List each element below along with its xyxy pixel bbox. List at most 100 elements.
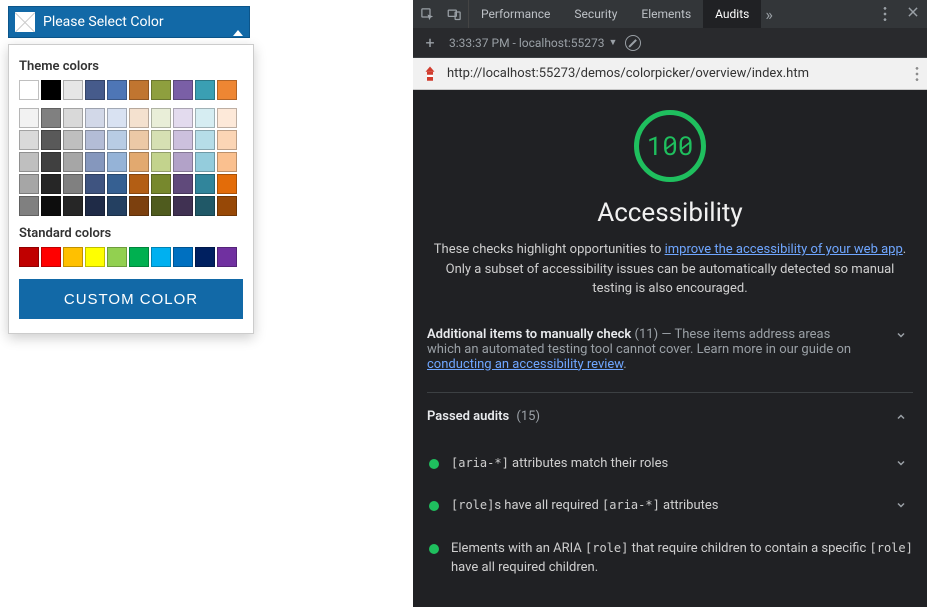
theme-swatch[interactable] xyxy=(41,174,61,194)
theme-swatch[interactable] xyxy=(195,152,215,172)
standard-swatch[interactable] xyxy=(41,247,61,267)
theme-swatch[interactable] xyxy=(63,80,83,100)
passed-audit-item[interactable]: [aria-*] attributes match their roles xyxy=(427,445,913,488)
theme-swatch[interactable] xyxy=(129,130,149,150)
theme-swatch[interactable] xyxy=(173,130,193,150)
standard-swatch[interactable] xyxy=(19,247,39,267)
theme-swatch[interactable] xyxy=(173,174,193,194)
theme-swatch[interactable] xyxy=(63,130,83,150)
theme-swatch[interactable] xyxy=(85,108,105,128)
audit-item-text: [aria-*] attributes match their roles xyxy=(451,455,883,474)
theme-swatch[interactable] xyxy=(63,108,83,128)
theme-swatch[interactable] xyxy=(63,196,83,216)
inspect-element-icon[interactable] xyxy=(413,0,441,28)
color-select-combo[interactable]: Please Select Color xyxy=(8,6,250,38)
theme-swatch[interactable] xyxy=(217,130,237,150)
theme-swatch[interactable] xyxy=(85,80,105,100)
standard-swatch[interactable] xyxy=(85,247,105,267)
theme-swatch[interactable] xyxy=(195,108,215,128)
theme-swatch[interactable] xyxy=(19,174,39,194)
theme-swatch[interactable] xyxy=(173,80,193,100)
theme-swatch[interactable] xyxy=(63,152,83,172)
theme-swatch[interactable] xyxy=(173,152,193,172)
accessibility-review-link[interactable]: conducting an accessibility review xyxy=(427,357,623,372)
chevron-down-icon[interactable]: ▼ xyxy=(609,37,618,48)
theme-swatch[interactable] xyxy=(151,130,171,150)
chevron-down-icon[interactable] xyxy=(889,327,913,347)
theme-swatch[interactable] xyxy=(85,196,105,216)
theme-swatch[interactable] xyxy=(195,174,215,194)
chevron-down-icon[interactable] xyxy=(889,497,913,520)
standard-swatch[interactable] xyxy=(195,247,215,267)
theme-swatch[interactable] xyxy=(129,108,149,128)
pass-dot-icon xyxy=(429,544,439,554)
theme-swatch[interactable] xyxy=(129,152,149,172)
device-toolbar-icon[interactable] xyxy=(441,0,469,28)
theme-swatch[interactable] xyxy=(19,108,39,128)
passed-audit-item[interactable]: [role]s have all required [aria-*] attri… xyxy=(427,487,913,530)
theme-swatch[interactable] xyxy=(107,174,127,194)
improve-accessibility-link[interactable]: improve the accessibility of your web ap… xyxy=(665,242,903,257)
audit-run-select[interactable]: 3:33:37 PM - localhost:55273 xyxy=(449,36,605,50)
devtools-close-button[interactable] xyxy=(899,5,927,23)
manual-checks-section[interactable]: Additional items to manually check (11) … xyxy=(427,321,913,378)
new-audit-button[interactable]: + xyxy=(419,33,441,52)
theme-swatch[interactable] xyxy=(129,80,149,100)
theme-swatch[interactable] xyxy=(41,152,61,172)
theme-swatch[interactable] xyxy=(19,80,39,100)
theme-swatch[interactable] xyxy=(151,174,171,194)
theme-swatch[interactable] xyxy=(107,80,127,100)
tabs-overflow-icon[interactable]: » xyxy=(761,5,777,24)
theme-swatch[interactable] xyxy=(41,130,61,150)
theme-swatch[interactable] xyxy=(129,196,149,216)
standard-swatch[interactable] xyxy=(107,247,127,267)
theme-swatch[interactable] xyxy=(107,152,127,172)
custom-color-button[interactable]: CUSTOM COLOR xyxy=(19,279,243,319)
theme-swatch[interactable] xyxy=(195,196,215,216)
standard-swatch[interactable] xyxy=(151,247,171,267)
theme-swatch[interactable] xyxy=(195,80,215,100)
theme-swatch[interactable] xyxy=(173,108,193,128)
theme-swatch[interactable] xyxy=(217,196,237,216)
theme-swatch[interactable] xyxy=(85,174,105,194)
theme-swatch[interactable] xyxy=(151,196,171,216)
standard-swatch[interactable] xyxy=(217,247,237,267)
report-menu-icon[interactable] xyxy=(915,66,919,82)
standard-swatch[interactable] xyxy=(63,247,83,267)
theme-swatch[interactable] xyxy=(195,130,215,150)
theme-swatch[interactable] xyxy=(19,152,39,172)
theme-swatch[interactable] xyxy=(41,196,61,216)
theme-swatch[interactable] xyxy=(217,152,237,172)
theme-swatch[interactable] xyxy=(41,108,61,128)
devtools-tab-performance[interactable]: Performance xyxy=(469,0,562,28)
standard-swatch[interactable] xyxy=(129,247,149,267)
theme-swatch[interactable] xyxy=(107,130,127,150)
theme-swatch[interactable] xyxy=(19,196,39,216)
theme-swatch[interactable] xyxy=(129,174,149,194)
standard-swatch[interactable] xyxy=(173,247,193,267)
chevron-up-icon[interactable] xyxy=(889,409,913,429)
passed-audits-section[interactable]: Passed audits (15) xyxy=(427,403,913,435)
devtools-tab-security[interactable]: Security xyxy=(562,0,629,28)
devtools-panel: PerformanceSecurityElementsAudits » + 3:… xyxy=(413,0,927,607)
devtools-tab-elements[interactable]: Elements xyxy=(629,0,703,28)
theme-swatch[interactable] xyxy=(217,108,237,128)
theme-swatch[interactable] xyxy=(151,152,171,172)
clear-audits-icon[interactable] xyxy=(625,35,641,51)
devtools-tab-audits[interactable]: Audits xyxy=(703,0,761,28)
theme-swatch[interactable] xyxy=(173,196,193,216)
devtools-menu-icon[interactable] xyxy=(871,0,899,28)
theme-swatch[interactable] xyxy=(151,80,171,100)
theme-swatch[interactable] xyxy=(151,108,171,128)
theme-swatch[interactable] xyxy=(41,80,61,100)
chevron-down-icon[interactable] xyxy=(889,455,913,478)
theme-swatch[interactable] xyxy=(19,130,39,150)
theme-swatch[interactable] xyxy=(107,196,127,216)
theme-swatch[interactable] xyxy=(107,108,127,128)
theme-swatch[interactable] xyxy=(63,174,83,194)
theme-swatch[interactable] xyxy=(217,174,237,194)
passed-audit-item[interactable]: Elements with an ARIA [role] that requir… xyxy=(427,530,913,588)
theme-swatch[interactable] xyxy=(85,152,105,172)
theme-swatch[interactable] xyxy=(85,130,105,150)
theme-swatch[interactable] xyxy=(217,80,237,100)
